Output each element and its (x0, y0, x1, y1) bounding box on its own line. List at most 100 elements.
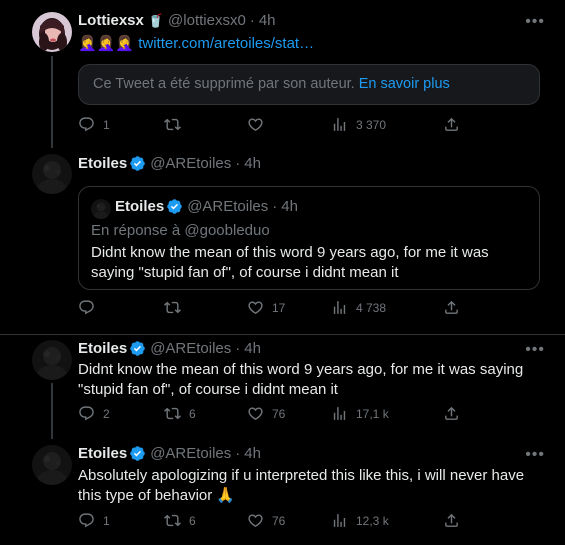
quoted-tweet[interactable]: Etoiles @AREtoiles · 4h En réponse à @go… (78, 186, 540, 290)
quoted-handle: @AREtoiles (187, 198, 269, 215)
display-name[interactable]: Etoiles (78, 445, 127, 462)
separator-dot: · (249, 12, 255, 29)
reply-count: 1 (103, 513, 110, 528)
separator-dot: · (235, 445, 241, 462)
name-emoji: 🥤 (147, 12, 165, 28)
retweet-button[interactable]: 6 (164, 512, 196, 529)
views-count: 4 738 (356, 300, 387, 315)
replying-to: En réponse à @goobleduo (91, 222, 270, 239)
more-options-icon[interactable]: ••• (525, 341, 545, 359)
reply-icon (78, 299, 95, 316)
like-button[interactable] (247, 116, 264, 133)
timestamp[interactable]: 4h (244, 340, 261, 357)
views-count: 17,1 k (356, 406, 389, 421)
heart-icon (247, 116, 264, 133)
handle[interactable]: @lottiexsx0 (168, 12, 246, 29)
avatar[interactable] (32, 445, 72, 485)
more-options-icon[interactable]: ••• (525, 13, 545, 31)
tweet-etoiles-apology[interactable]: Etoiles @AREtoiles · 4h ••• Absolutely a… (0, 435, 565, 545)
handle[interactable]: @AREtoiles (150, 155, 231, 172)
views-chart-icon (331, 299, 348, 316)
quoted-avatar (91, 199, 111, 219)
verified-badge-icon (129, 445, 146, 462)
share-button[interactable] (443, 116, 460, 133)
share-icon (443, 299, 460, 316)
tweet-link[interactable]: twitter.com/aretoiles/stat… (138, 35, 314, 52)
tweet-actions: 17 4 738 (78, 299, 468, 319)
heart-icon (247, 512, 264, 529)
quoted-display-name: Etoiles (115, 198, 165, 215)
separator-dot: · (272, 198, 278, 215)
timestamp[interactable]: 4h (244, 445, 261, 462)
like-button[interactable]: 17 (247, 299, 285, 316)
tweet-actions: 1 3 370 (78, 116, 468, 136)
timestamp[interactable]: 4h (259, 12, 276, 29)
tweet-header: Etoiles @AREtoiles · 4h (78, 445, 261, 462)
reply-icon (78, 405, 95, 422)
like-button[interactable]: 76 (247, 512, 285, 529)
views-button[interactable]: 12,3 k (331, 512, 389, 529)
quoted-header: Etoiles @AREtoiles · 4h (115, 198, 298, 215)
learn-more-link[interactable]: En savoir plus (359, 76, 450, 92)
views-chart-icon (331, 116, 348, 133)
display-name[interactable]: Lottiexsx (78, 12, 144, 29)
retweet-button[interactable] (164, 116, 181, 133)
retweet-icon (164, 299, 181, 316)
share-button[interactable] (443, 405, 460, 422)
tweet-actions: 1 6 76 12,3 k (78, 512, 468, 532)
separator-dot: · (235, 340, 241, 357)
reply-button[interactable]: 1 (78, 116, 110, 133)
tweet-text: Absolutely apologizing if u interpreted … (78, 467, 525, 504)
display-name[interactable]: Etoiles (78, 155, 127, 172)
reply-button[interactable]: 2 (78, 405, 110, 422)
avatar[interactable] (32, 340, 72, 380)
deleted-tweet-notice: Ce Tweet a été supprimé par son auteur. E… (78, 64, 540, 105)
tweet-etoiles-quote[interactable]: Etoiles @AREtoiles · 4h Etoiles @AREtoil… (0, 145, 565, 335)
tweet-header: Lottiexsx 🥤 @lottiexsx0 · 4h (78, 12, 276, 29)
share-icon (443, 116, 460, 133)
verified-badge-icon (129, 340, 146, 357)
retweet-icon (164, 405, 181, 422)
tweet-header: Etoiles @AREtoiles · 4h (78, 155, 261, 172)
timestamp[interactable]: 4h (244, 155, 261, 172)
reply-count: 2 (103, 406, 110, 421)
facepalm-emojis: 🤦‍♀️🤦‍♀️🤦‍♀️ (78, 35, 135, 52)
heart-icon (247, 299, 264, 316)
reply-button[interactable] (78, 299, 95, 316)
views-button[interactable]: 3 370 (331, 116, 386, 133)
tweet-lottiexsx[interactable]: Lottiexsx 🥤 @lottiexsx0 · 4h ••• 🤦‍♀️🤦‍♀… (0, 0, 565, 148)
more-options-icon[interactable]: ••• (525, 446, 545, 464)
retweet-icon (164, 116, 181, 133)
like-button[interactable]: 76 (247, 405, 285, 422)
tweet-text: Didnt know the mean of this word 9 years… (78, 361, 524, 398)
share-button[interactable] (443, 512, 460, 529)
separator-dot: · (235, 155, 241, 172)
handle[interactable]: @AREtoiles (150, 340, 231, 357)
reply-icon (78, 116, 95, 133)
heart-icon (247, 405, 264, 422)
avatar[interactable] (32, 12, 72, 52)
verified-badge-icon (129, 155, 146, 172)
like-count: 76 (272, 513, 286, 528)
avatar[interactable] (32, 154, 72, 194)
views-button[interactable]: 4 738 (331, 299, 386, 316)
retweet-count: 6 (189, 406, 196, 421)
share-icon (443, 512, 460, 529)
display-name[interactable]: Etoiles (78, 340, 127, 357)
deleted-notice-text: Ce Tweet a été supprimé par son auteur. (93, 76, 355, 92)
thread-line (51, 56, 53, 148)
share-icon (443, 405, 460, 422)
retweet-count: 6 (189, 513, 196, 528)
retweet-button[interactable]: 6 (164, 405, 196, 422)
tweet-etoiles-explanation[interactable]: Etoiles @AREtoiles · 4h ••• Didnt know t… (0, 335, 565, 439)
views-button[interactable]: 17,1 k (331, 405, 389, 422)
tweet-header: Etoiles @AREtoiles · 4h (78, 340, 261, 357)
share-button[interactable] (443, 299, 460, 316)
handle[interactable]: @AREtoiles (150, 445, 231, 462)
retweet-button[interactable] (164, 299, 181, 316)
quoted-text: Didnt know the mean of this word 9 years… (91, 244, 489, 281)
like-count: 17 (272, 300, 286, 315)
views-count: 3 370 (356, 117, 387, 132)
retweet-icon (164, 512, 181, 529)
reply-button[interactable]: 1 (78, 512, 110, 529)
